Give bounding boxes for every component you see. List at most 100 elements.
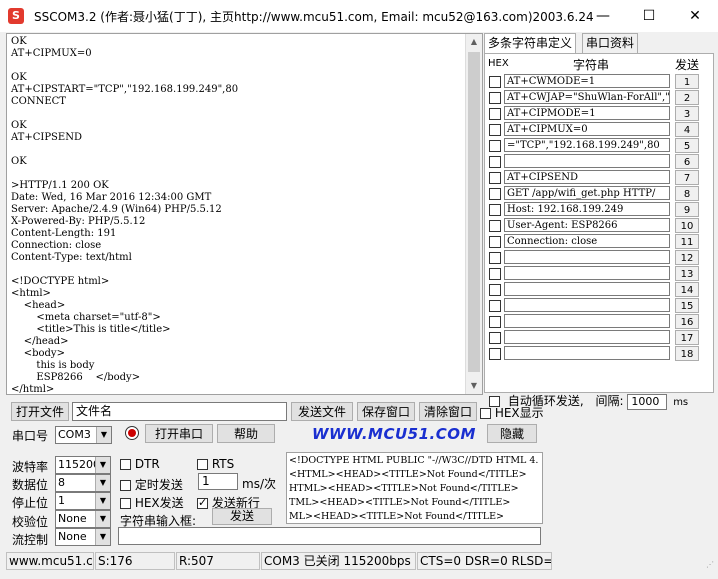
interval-input[interactable]: 1000	[627, 393, 668, 410]
tab-port-info[interactable]: 串口资料	[582, 33, 639, 53]
timed-interval-input[interactable]: 1	[198, 473, 238, 490]
row-hex-checkbox[interactable]	[489, 204, 501, 216]
row-string-input[interactable]	[504, 154, 670, 168]
row-string-input[interactable]: Connection: close	[504, 234, 670, 248]
open-file-button[interactable]: 打开文件	[11, 402, 69, 421]
row-string-input[interactable]	[504, 250, 670, 264]
hex-send-checkbox[interactable]	[120, 498, 131, 509]
close-button[interactable]: ✕	[672, 0, 718, 32]
row-send-button[interactable]: 1	[675, 74, 699, 89]
row-hex-checkbox[interactable]	[489, 108, 501, 120]
resize-grip-icon[interactable]: ⋰	[706, 560, 716, 570]
row-send-button[interactable]: 15	[675, 298, 699, 313]
rts-checkbox[interactable]	[197, 459, 208, 470]
row-string-input[interactable]: AT+CIPSEND	[504, 170, 670, 184]
row-hex-checkbox[interactable]	[489, 348, 501, 360]
tab-multi-string[interactable]: 多条字符串定义	[484, 33, 577, 54]
send-newline-checkbox[interactable]	[197, 496, 208, 509]
row-send-button[interactable]: 11	[675, 234, 699, 249]
scroll-down-icon[interactable]: ▼	[466, 378, 482, 394]
row-hex-checkbox[interactable]	[489, 188, 501, 200]
row-string-input[interactable]	[504, 330, 670, 344]
port-select[interactable]: COM3 ▼	[55, 426, 112, 444]
chevron-down-icon[interactable]: ▼	[96, 427, 111, 443]
row-hex-checkbox[interactable]	[489, 252, 501, 264]
row-send-button[interactable]: 18	[675, 346, 699, 361]
timed-send-checkbox[interactable]	[120, 480, 131, 491]
hide-panel-button[interactable]: 隐藏	[487, 424, 537, 443]
open-port-button[interactable]: 打开串口	[145, 424, 213, 443]
row-hex-checkbox[interactable]	[489, 316, 501, 328]
row-hex-checkbox[interactable]	[489, 220, 501, 232]
send-textarea[interactable]: <!DOCTYPE HTML PUBLIC "-//W3C//DTD HTML …	[286, 452, 543, 524]
send-button[interactable]: 发送	[212, 508, 272, 525]
dtr-toggle[interactable]: DTR	[120, 457, 160, 471]
row-send-button[interactable]: 5	[675, 138, 699, 153]
row-send-button[interactable]: 7	[675, 170, 699, 185]
hex-send-toggle[interactable]: HEX发送	[120, 494, 184, 511]
row-hex-checkbox[interactable]	[489, 268, 501, 280]
row-string-input[interactable]: GET /app/wifi_get.php HTTP/	[504, 186, 670, 200]
row-send-button[interactable]: 6	[675, 154, 699, 169]
row-send-button[interactable]: 4	[675, 122, 699, 137]
row-string-input[interactable]	[504, 282, 670, 296]
maximize-button[interactable]: ☐	[626, 0, 672, 32]
row-send-button[interactable]: 9	[675, 202, 699, 217]
row-string-input[interactable]	[504, 314, 670, 328]
scroll-up-icon[interactable]: ▲	[466, 34, 482, 50]
row-hex-checkbox[interactable]	[489, 236, 501, 248]
row-hex-checkbox[interactable]	[489, 284, 501, 296]
row-string-input[interactable]: AT+CWMODE=1	[504, 74, 670, 88]
baud-select[interactable]: 115200 ▼	[55, 456, 111, 474]
row-hex-checkbox[interactable]	[489, 332, 501, 344]
row-hex-checkbox[interactable]	[489, 92, 501, 104]
chevron-down-icon[interactable]: ▼	[95, 493, 110, 509]
hex-display-checkbox[interactable]	[480, 408, 491, 419]
rts-toggle[interactable]: RTS	[197, 457, 234, 471]
row-string-input[interactable]: ="TCP","192.168.199.249",80	[504, 138, 670, 152]
filename-field[interactable]: 文件名	[72, 402, 287, 421]
row-send-button[interactable]: 8	[675, 186, 699, 201]
save-window-button[interactable]: 保存窗口	[357, 402, 415, 421]
help-button[interactable]: 帮助	[217, 424, 275, 443]
dtr-checkbox[interactable]	[120, 459, 131, 470]
row-string-input[interactable]: AT+CIPMUX=0	[504, 122, 670, 136]
row-send-button[interactable]: 12	[675, 250, 699, 265]
string-input-field[interactable]	[118, 527, 541, 545]
scroll-thumb[interactable]	[468, 52, 480, 372]
flow-select[interactable]: None ▼	[55, 528, 111, 546]
row-hex-checkbox[interactable]	[489, 76, 501, 88]
row-hex-checkbox[interactable]	[489, 172, 501, 184]
row-send-button[interactable]: 10	[675, 218, 699, 233]
timed-send-toggle[interactable]: 定时发送	[120, 476, 183, 493]
chevron-down-icon[interactable]: ▼	[95, 529, 110, 545]
row-send-button[interactable]: 13	[675, 266, 699, 281]
row-string-input[interactable]	[504, 298, 670, 312]
row-string-input[interactable]: AT+CIPMODE=1	[504, 106, 670, 120]
row-send-button[interactable]: 17	[675, 330, 699, 345]
receive-scrollbar[interactable]: ▲ ▼	[465, 34, 482, 394]
row-send-button[interactable]: 16	[675, 314, 699, 329]
stopbits-select[interactable]: 1 ▼	[55, 492, 111, 510]
row-hex-checkbox[interactable]	[489, 140, 501, 152]
row-string-input[interactable]	[504, 266, 670, 280]
clear-window-button[interactable]: 清除窗口	[419, 402, 477, 421]
row-hex-checkbox[interactable]	[489, 300, 501, 312]
row-string-input[interactable]	[504, 346, 670, 360]
row-send-button[interactable]: 2	[675, 90, 699, 105]
row-hex-checkbox[interactable]	[489, 156, 501, 168]
row-send-button[interactable]: 14	[675, 282, 699, 297]
minimize-button[interactable]: —	[580, 0, 626, 32]
send-file-button[interactable]: 发送文件	[291, 402, 353, 421]
row-send-button[interactable]: 3	[675, 106, 699, 121]
chevron-down-icon[interactable]: ▼	[95, 475, 110, 491]
row-string-input[interactable]: User-Agent: ESP8266	[504, 218, 670, 232]
row-string-input[interactable]: Host: 192.168.199.249	[504, 202, 670, 216]
hex-display-toggle[interactable]: HEX显示	[480, 404, 544, 421]
row-string-input[interactable]: AT+CWJAP="ShuWlan-ForAll","	[504, 90, 670, 104]
databits-select[interactable]: 8 ▼	[55, 474, 111, 492]
chevron-down-icon[interactable]: ▼	[95, 511, 110, 527]
receive-textarea[interactable]: OK AT+CIPMUX=0 OK AT+CIPSTART="TCP","192…	[6, 33, 483, 395]
row-hex-checkbox[interactable]	[489, 124, 501, 136]
parity-select[interactable]: None ▼	[55, 510, 111, 528]
